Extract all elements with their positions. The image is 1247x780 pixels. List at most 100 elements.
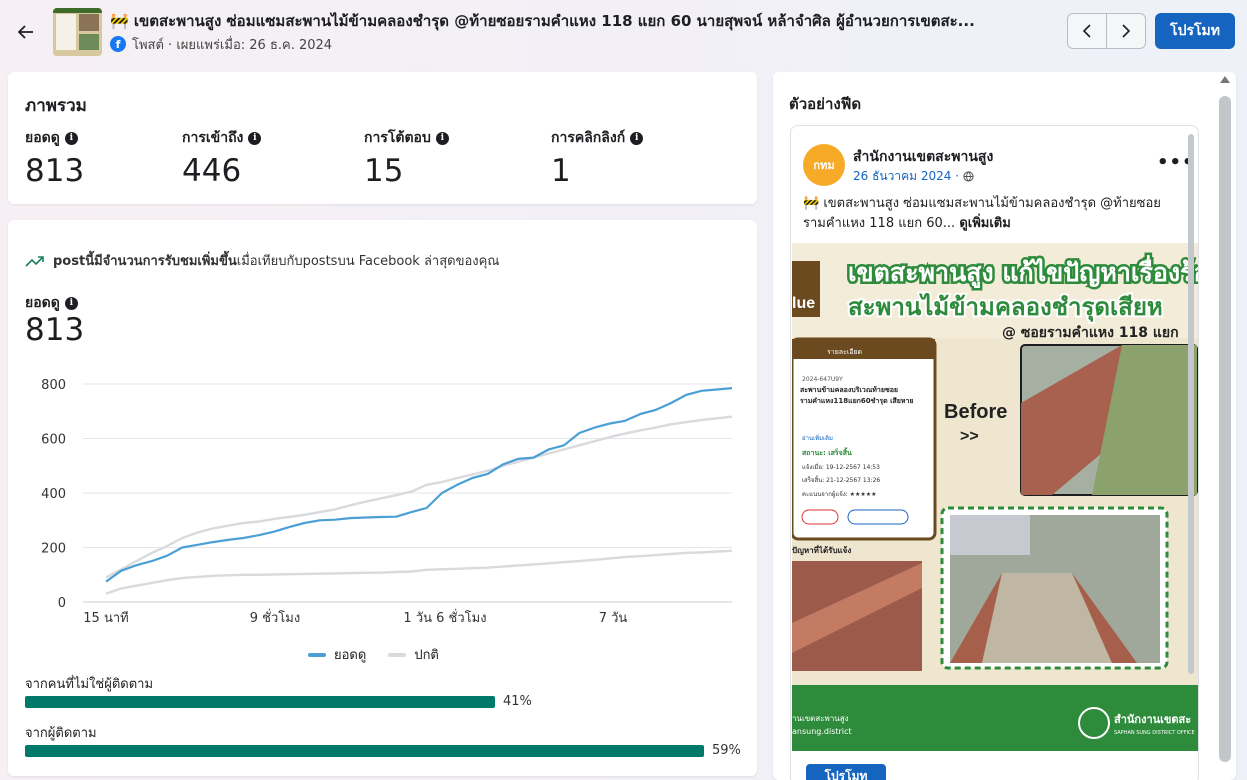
info-icon[interactable]: i xyxy=(248,131,262,145)
insight-row: postนี้มีจำนวนการรับชมเพิ่มขึ้นเมื่อเทีย… xyxy=(25,250,499,271)
metric-label: การโต้ตอบ xyxy=(364,130,431,146)
post-date: 26 ธันวาคม 2024 · xyxy=(853,167,974,186)
facebook-icon: f xyxy=(110,36,126,52)
trending-up-icon xyxy=(25,255,44,267)
post-preview: กทม สำนักงานเขตสะพานสูง 26 ธันวาคม 2024 … xyxy=(790,125,1199,780)
post-image[interactable]: lue เขตสะพานสูง แก้ไขปัญหาเรื่องร้อ สะพา… xyxy=(792,243,1198,751)
chart-legend: ยอดดู ปกติ xyxy=(308,644,439,665)
x-tick-label: 7 วัน xyxy=(599,611,628,626)
bar-fill xyxy=(25,745,704,757)
overview-title: ภาพรวม xyxy=(25,96,87,116)
globe-icon xyxy=(963,171,974,182)
metric-label: การคลิกลิงก์ xyxy=(551,130,626,146)
image-card-rating: คะแนนจากผู้แจ้ง: ★★★★★ xyxy=(802,491,876,498)
post-promote-button[interactable]: โปรโมท xyxy=(806,764,886,780)
post-thumbnail xyxy=(53,8,102,56)
audience-nonfollowers-label: จากคนที่ไม่ใช่ผู้ติดตาม xyxy=(25,677,154,692)
image-fixed-label: ปัญหาที่ได้รับแจ้ง xyxy=(792,544,851,556)
series-line-views xyxy=(105,387,733,583)
image-card-id: 2024-647U9Y xyxy=(802,376,843,383)
post-header: 🚧 เขตสะพานสูง ซ่อมแซมสะพานไม้ข้ามคลองชำร… xyxy=(0,0,1247,64)
metric-interactions: การโต้ตอบ i 15 xyxy=(364,127,449,189)
legend-label: ปกติ xyxy=(414,648,439,663)
legend-label: ยอดดู xyxy=(334,648,367,663)
y-tick-label: 600 xyxy=(41,433,66,448)
series-line-typical xyxy=(105,415,733,579)
metric-reach: การเข้าถึง i 446 xyxy=(182,127,262,189)
y-tick-label: 200 xyxy=(41,542,66,557)
metric-label: การเข้าถึง xyxy=(182,130,244,146)
info-icon[interactable]: i xyxy=(64,296,78,310)
x-tick-label: 1 วัน 6 ชั่วโมง xyxy=(403,609,486,626)
image-card-desc: สะพานข้ามคลองบริเวณท้ายซอยรามคำแหง118แยก… xyxy=(800,386,914,405)
legend-item-views[interactable]: ยอดดู xyxy=(308,644,366,665)
chevron-left-icon xyxy=(1082,24,1091,38)
post-meta: f โพสต์ · เผยแพร่เมื่อ: 26 ธ.ค. 2024 xyxy=(110,35,332,53)
image-card-more: อ่านเพิ่มเติม xyxy=(802,434,833,442)
info-icon[interactable]: i xyxy=(630,131,644,145)
post-image-graphic: lue เขตสะพานสูง แก้ไขปัญหาเรื่องร้อ สะพา… xyxy=(792,243,1198,751)
image-headline-1: เขตสะพานสูง แก้ไขปัญหาเรื่องร้อ xyxy=(848,255,1198,289)
image-footer-left1: านเขตสะพานสูง xyxy=(792,714,849,724)
metric-value: 15 xyxy=(364,153,404,189)
metric-label: ยอดดู xyxy=(25,130,60,146)
post-date-text: 26 ธันวาคม 2024 · xyxy=(853,169,960,183)
metric-link-clicks: การคลิกลิงก์ i 1 xyxy=(551,127,644,189)
insight-text: เมื่อเทียบกับpostsบน Facebook ล่าสุดของค… xyxy=(236,254,500,269)
info-icon[interactable]: i xyxy=(435,131,449,145)
image-footer-right-sub: SAPHAN SUNG DISTRICT OFFICE xyxy=(1114,730,1195,736)
post-title: 🚧 เขตสะพานสูง ซ่อมแซมสะพานไม้ข้ามคลองชำร… xyxy=(110,12,975,30)
series-line-typical-lower xyxy=(105,549,733,595)
views-label-text: ยอดดู xyxy=(25,295,60,311)
image-footer-right: สำนักงานเขตสะ xyxy=(1114,713,1191,726)
audience-followers-bar xyxy=(25,745,713,757)
promote-button[interactable]: โปรโมท xyxy=(1155,13,1235,49)
info-icon[interactable]: i xyxy=(64,131,78,145)
metric-value: 1 xyxy=(551,153,571,189)
x-tick-label: 15 นาที xyxy=(83,610,128,626)
audience-followers-percent: 59% xyxy=(712,743,741,758)
x-tick-label: 9 ชั่วโมง xyxy=(250,609,300,626)
previous-post-button[interactable] xyxy=(1067,13,1107,49)
y-tick-label: 800 xyxy=(41,378,66,393)
performance-card: postนี้มีจำนวนการรับชมเพิ่มขึ้นเมื่อเทีย… xyxy=(8,220,757,776)
page-name[interactable]: สำนักงานเขตสะพานสูง xyxy=(853,146,993,168)
next-post-button[interactable] xyxy=(1106,13,1146,49)
bar-fill xyxy=(25,696,495,708)
image-footer-left2: ansung.district xyxy=(792,727,852,736)
image-subtitle: @ ซอยรามคำแหง 118 แยก xyxy=(1002,325,1179,341)
post-scrollbar[interactable] xyxy=(1188,134,1194,674)
metric-views: ยอดดู i 813 xyxy=(25,127,84,189)
metric-value: 813 xyxy=(25,153,85,189)
image-headline-2: สะพานไม้ข้ามคลองชำรุดเสียห xyxy=(848,292,1163,323)
image-card-header: รายละเอียด xyxy=(827,348,862,356)
views-value: 813 xyxy=(25,312,85,348)
image-brand-text: lue xyxy=(792,295,815,312)
post-meta-text: โพสต์ · เผยแพร่เมื่อ: 26 ธ.ค. 2024 xyxy=(132,37,333,53)
metric-value: 446 xyxy=(182,153,242,189)
views-line-chart: 0 200 400 600 800 15 นาที 9 ชั่วโมง 1 วัน 6 ชั่… xyxy=(41,378,733,626)
page-avatar[interactable]: กทม xyxy=(803,144,845,186)
scroll-up-arrow[interactable] xyxy=(1220,76,1230,83)
page-scrollbar[interactable] xyxy=(1219,96,1231,762)
overview-card: ภาพรวม ยอดดู i 813 การเข้าถึง i 446 การโต้… xyxy=(8,72,757,204)
post-text: 🚧 เขตสะพานสูง ซ่อมแซมสะพานไม้ข้ามคลองชำร… xyxy=(803,194,1183,234)
image-before-arrow: >> xyxy=(960,428,979,445)
audience-nonfollowers-bar xyxy=(25,696,713,708)
image-before-label: Before xyxy=(944,401,1007,423)
legend-item-typical[interactable]: ปกติ xyxy=(388,644,439,665)
audience-nonfollowers-percent: 41% xyxy=(503,694,532,709)
image-card-notified: แจ้งเมื่อ: 19-12-2567 14:53 xyxy=(802,463,880,471)
views-label: ยอดดู i xyxy=(25,292,78,314)
feed-preview-card: ตัวอย่างฟีด กทม สำนักงานเขตสะพานสูง 26 ธ… xyxy=(773,72,1236,780)
legend-swatch xyxy=(308,652,326,657)
feed-preview-title: ตัวอย่างฟีด xyxy=(789,95,862,113)
chevron-right-icon xyxy=(1122,24,1131,38)
audience-followers-label: จากผู้ติดตาม xyxy=(25,726,97,741)
back-button[interactable] xyxy=(14,20,38,44)
arrow-left-icon xyxy=(18,25,33,39)
y-tick-label: 400 xyxy=(41,487,66,502)
see-more-link[interactable]: ดูเพิ่มเติม xyxy=(959,216,1010,231)
y-tick-label: 0 xyxy=(58,596,66,611)
legend-swatch xyxy=(388,652,407,657)
